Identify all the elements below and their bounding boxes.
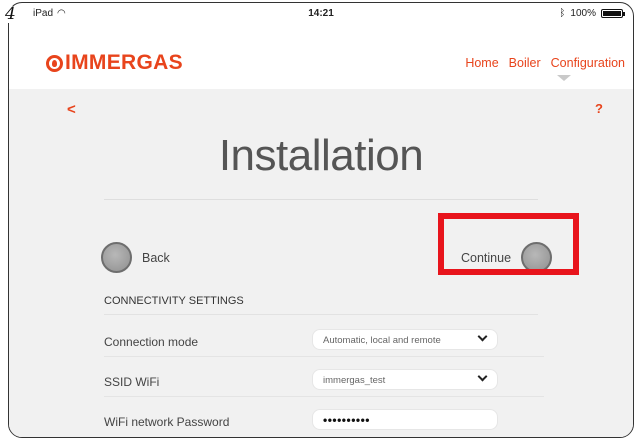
row-divider [104,396,544,397]
content-area: < ? Installation Back Continue CONNECTIV… [9,89,633,437]
page-title: Installation [218,131,424,180]
connection-mode-select[interactable]: Automatic, local and remote [312,329,498,350]
highlight-annotation [438,213,579,275]
ssid-label: SSID WiFi [104,375,160,389]
ssid-row: SSID WiFi immergas_test [104,367,544,397]
bluetooth-icon: ᛒ [559,8,566,19]
help-icon[interactable]: ? [595,101,603,116]
status-right: ᛒ 100% [559,8,625,19]
status-time: 14:21 [308,8,334,19]
chevron-down-icon [477,371,488,382]
password-field[interactable]: •••••••••• [312,409,498,430]
nav-active-indicator [557,75,571,81]
title-divider [104,199,538,200]
section-divider [104,314,538,315]
chevron-down-icon [477,331,488,342]
ipad-frame: iPad ◠ 14:21 ᛒ 100% IMMERGAS Home Boiler… [8,2,634,438]
section-title: CONNECTIVITY SETTINGS [104,295,244,307]
ssid-value: immergas_test [323,375,386,386]
nav-home[interactable]: Home [465,56,498,70]
row-divider [104,356,544,357]
back-button[interactable]: Back [101,242,170,273]
back-circle-icon[interactable] [101,242,132,273]
password-row: WiFi network Password •••••••••• [104,407,534,437]
battery-percent: 100% [570,8,596,19]
back-label: Back [142,250,170,265]
nav-configuration[interactable]: Configuration [551,56,625,70]
password-label: WiFi network Password [104,415,230,429]
connection-mode-label: Connection mode [104,335,199,349]
connection-mode-row: Connection mode Automatic, local and rem… [104,327,544,357]
top-nav: Home Boiler Configuration [465,56,625,70]
connection-mode-value: Automatic, local and remote [323,335,441,346]
logo-text: IMMERGAS [65,51,183,74]
ssid-select[interactable]: immergas_test [312,369,498,390]
chevron-left-icon[interactable]: < [67,101,76,118]
app-header: IMMERGAS Home Boiler Configuration [9,23,633,89]
status-bar: iPad ◠ 14:21 ᛒ 100% [9,3,633,23]
immergas-logo[interactable]: IMMERGAS [46,51,183,75]
step-number: 4 [4,4,17,24]
battery-icon [601,9,625,18]
nav-boiler[interactable]: Boiler [509,56,541,70]
logo-flame-icon [46,54,63,72]
